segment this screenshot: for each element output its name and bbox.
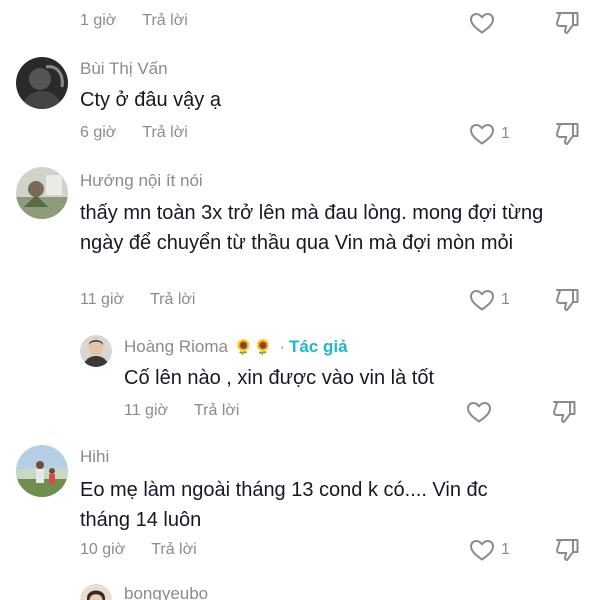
reply-button[interactable]: Trả lời [150,291,195,308]
comment-item: Hướng nội ít nói thấy mn toàn 3x trở lên… [0,155,600,325]
comment-username: Hoàng Rioma 🌻🌻 · Tác giả [124,337,348,358]
comment-item: Bùi Thị Vấn Cty ở đâu vậy ạ 6 giờ Trả lời… [0,45,600,155]
comment-time: 6 giờ [80,124,117,141]
avatar[interactable] [80,584,112,600]
like-button[interactable]: 1 [469,285,513,315]
comment-username[interactable]: Hihi [80,447,109,467]
thumbs-down-icon[interactable] [550,399,578,425]
reply-comment-item: bongyeubo [0,578,600,600]
like-count: 1 [501,541,510,558]
like-button[interactable]: 1 [469,119,513,149]
reply-comment-item: Hoàng Rioma 🌻🌻 · Tác giả Cố lên nào , xin đ… [0,325,600,435]
sunflower-emoji: 🌻🌻 [233,339,274,356]
like-button[interactable] [466,397,492,427]
heart-icon [470,124,494,145]
thumbs-down-icon[interactable] [553,10,581,36]
thumbs-down-icon[interactable] [553,537,581,563]
comment-time: 11 giờ [124,402,168,419]
reply-button[interactable]: Trả lời [194,402,239,419]
avatar[interactable] [16,57,68,109]
comment-item: Hihi Eo mẹ làm ngoài tháng 13 cond k có.… [0,435,600,575]
comment-meta: 6 giờ Trả lời [80,123,188,143]
comment-username[interactable]: bongyeubo [124,584,208,600]
comment-text: Cố lên nào , xin được vào vin là tốt [124,367,434,389]
comment-time: 11 giờ [80,291,124,308]
avatar[interactable] [80,335,112,367]
reply-button[interactable]: Trả lời [142,12,187,29]
avatar[interactable] [16,167,68,219]
author-name[interactable]: Hoàng Rioma [124,337,228,356]
like-button[interactable]: 1 [469,535,513,565]
comment-meta: 11 giờ Trả lời [80,290,195,310]
author-badge: Tác giả [288,337,348,356]
avatar[interactable] [16,445,68,497]
thumbs-down-icon[interactable] [553,287,581,313]
comment-item: 1 giờ Trả lời [0,0,600,45]
heart-icon [467,402,491,423]
heart-icon [470,290,494,311]
thumbs-down-icon[interactable] [553,121,581,147]
reply-button[interactable]: Trả lời [142,124,187,141]
comment-meta: 1 giờ Trả lời [80,11,188,31]
comment-text: thấy mn toàn 3x trở lên mà đau lòng. mon… [80,202,544,254]
like-count: 1 [501,291,510,308]
comment-time: 1 giờ [80,12,117,29]
comment-username[interactable]: Bùi Thị Vấn [80,59,168,79]
separator-dot: · [279,337,285,356]
heart-icon [470,540,494,561]
comment-username[interactable]: Hướng nội ít nói [80,171,203,191]
comment-text: Eo mẹ làm ngoài tháng 13 cond k có.... V… [80,479,488,531]
comments-panel: 1 giờ Trả lời Bùi Thị Vấn Cty ở đâu vậy ạ… [0,0,600,600]
comment-time: 10 giờ [80,541,126,558]
comment-meta: 10 giờ Trả lời [80,540,197,560]
comment-meta: 11 giờ Trả lời [124,401,239,421]
like-count: 1 [501,125,510,142]
heart-icon [470,13,494,34]
reply-button[interactable]: Trả lời [151,541,196,558]
comment-text: Cty ở đâu vậy ạ [80,89,221,111]
like-button[interactable] [469,8,495,38]
